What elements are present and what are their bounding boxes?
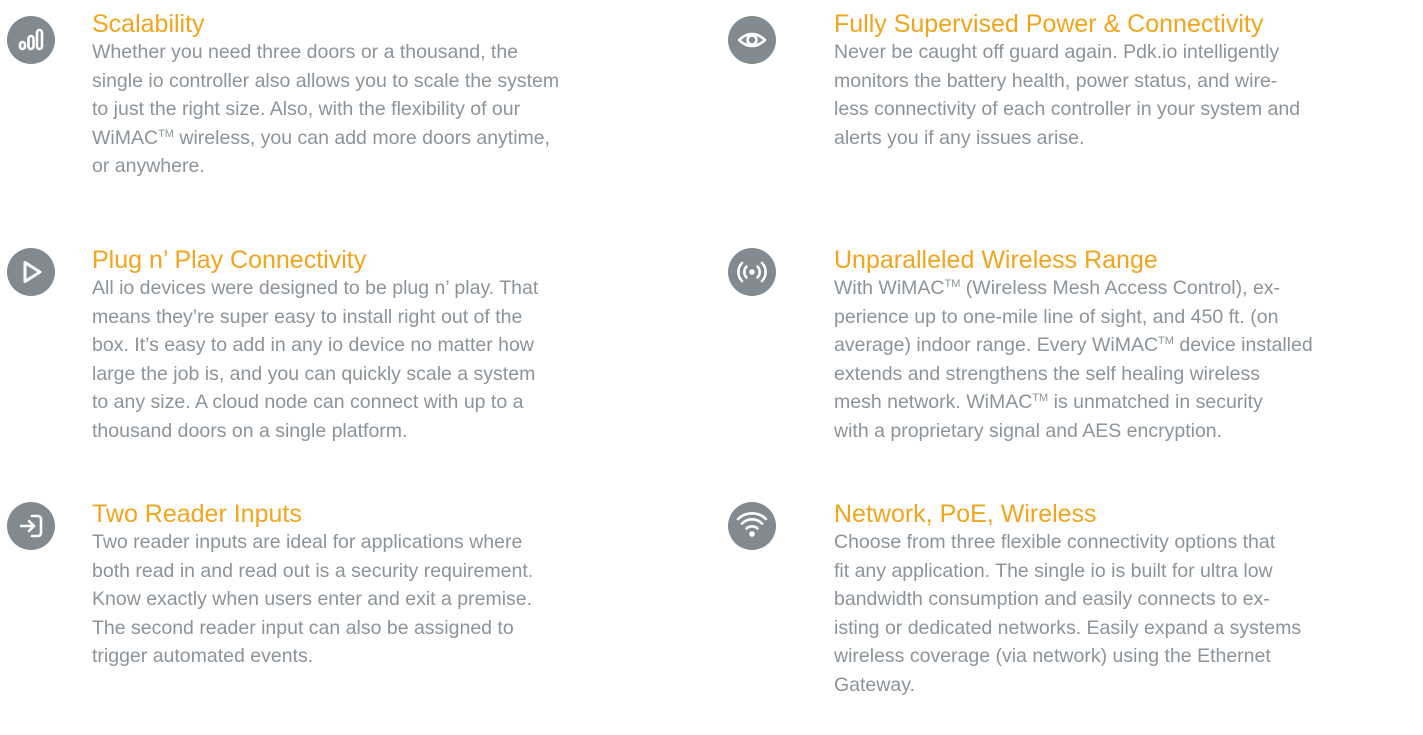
feature-description: Never be caught off guard again. Pdk.io …	[834, 38, 1300, 152]
feature-title: Two Reader Inputs	[92, 500, 302, 528]
description-line: box. It’s easy to add in any io device n…	[92, 334, 534, 356]
description-line: The second reader input can also be assi…	[92, 616, 514, 639]
description-line: less connectivity of each controller in …	[834, 98, 1301, 120]
sign-in-icon	[7, 502, 55, 550]
description-line: or anywhere.	[92, 155, 205, 177]
feature-description: With WiMACTM (Wireless Mesh Access Contr…	[834, 274, 1313, 445]
description-line: fit any application. The single io is bu…	[834, 559, 1273, 582]
feature-description: Two reader inputs are ideal for applicat…	[92, 528, 533, 671]
description-line: large the job is, and you can quickly sc…	[92, 362, 536, 385]
feature-title: Scalability	[92, 10, 205, 38]
eye-icon	[728, 16, 776, 64]
description-line: both read in and read out is a security …	[92, 559, 534, 582]
signal-bars-icon	[7, 16, 55, 64]
description-line: perience up to one-mile line of sight, a…	[834, 305, 1279, 328]
description-line: Know exactly when users enter and exit a…	[92, 588, 533, 610]
description-line: isting or dedicated networks. Easily exp…	[834, 616, 1302, 639]
description-line: trigger automated events.	[92, 645, 314, 667]
description-line: alerts you if any issues arise.	[834, 126, 1085, 149]
feature-description: Choose from three flexible connectivity …	[834, 528, 1301, 699]
play-icon	[7, 248, 55, 296]
description-line: wireless coverage (via network) using th…	[834, 645, 1271, 667]
feature-title: Plug n’ Play Connectivity	[92, 246, 367, 274]
broadcast-icon	[728, 248, 776, 296]
description-line: With WiMACTM (Wireless Mesh Access Contr…	[834, 277, 1281, 299]
description-line: Choose from three flexible connectivity …	[834, 531, 1276, 553]
description-line: monitors the battery health, power statu…	[834, 69, 1278, 92]
description-line: Gateway.	[834, 673, 915, 696]
description-line: average) indoor range. Every WiMACTM dev…	[834, 334, 1313, 356]
feature-title: Unparalleled Wireless Range	[834, 246, 1158, 274]
description-line: Never be caught off guard again. Pdk.io …	[834, 41, 1280, 63]
wifi-icon	[728, 502, 776, 550]
description-line: single io controller also allows you to …	[92, 69, 560, 92]
description-line: thousand doors on a single platform.	[92, 419, 408, 442]
feature-title: Fully Supervised Power & Connectivity	[834, 10, 1264, 38]
description-line: means they’re super easy to install righ…	[92, 305, 523, 328]
description-line: WiMACTM wireless, you can add more doors…	[92, 126, 551, 149]
description-line: to just the right size. Also, with the f…	[92, 98, 521, 120]
description-line: mesh network. WiMACTM is unmatched in se…	[834, 391, 1263, 413]
feature-title: Network, PoE, Wireless	[834, 500, 1097, 528]
feature-description: Whether you need three doors or a thousa…	[92, 38, 559, 181]
description-line: with a proprietary signal and AES encryp…	[834, 419, 1223, 442]
description-line: bandwidth consumption and easily connect…	[834, 588, 1270, 610]
description-line: Two reader inputs are ideal for applicat…	[92, 531, 523, 553]
feature-description: All io devices were designed to be plug …	[92, 274, 538, 445]
description-line: Whether you need three doors or a thousa…	[92, 41, 519, 63]
description-line: to any size. A cloud node can connect wi…	[92, 391, 524, 413]
description-line: extends and strengthens the self healing…	[834, 362, 1261, 385]
description-line: All io devices were designed to be plug …	[92, 277, 539, 299]
